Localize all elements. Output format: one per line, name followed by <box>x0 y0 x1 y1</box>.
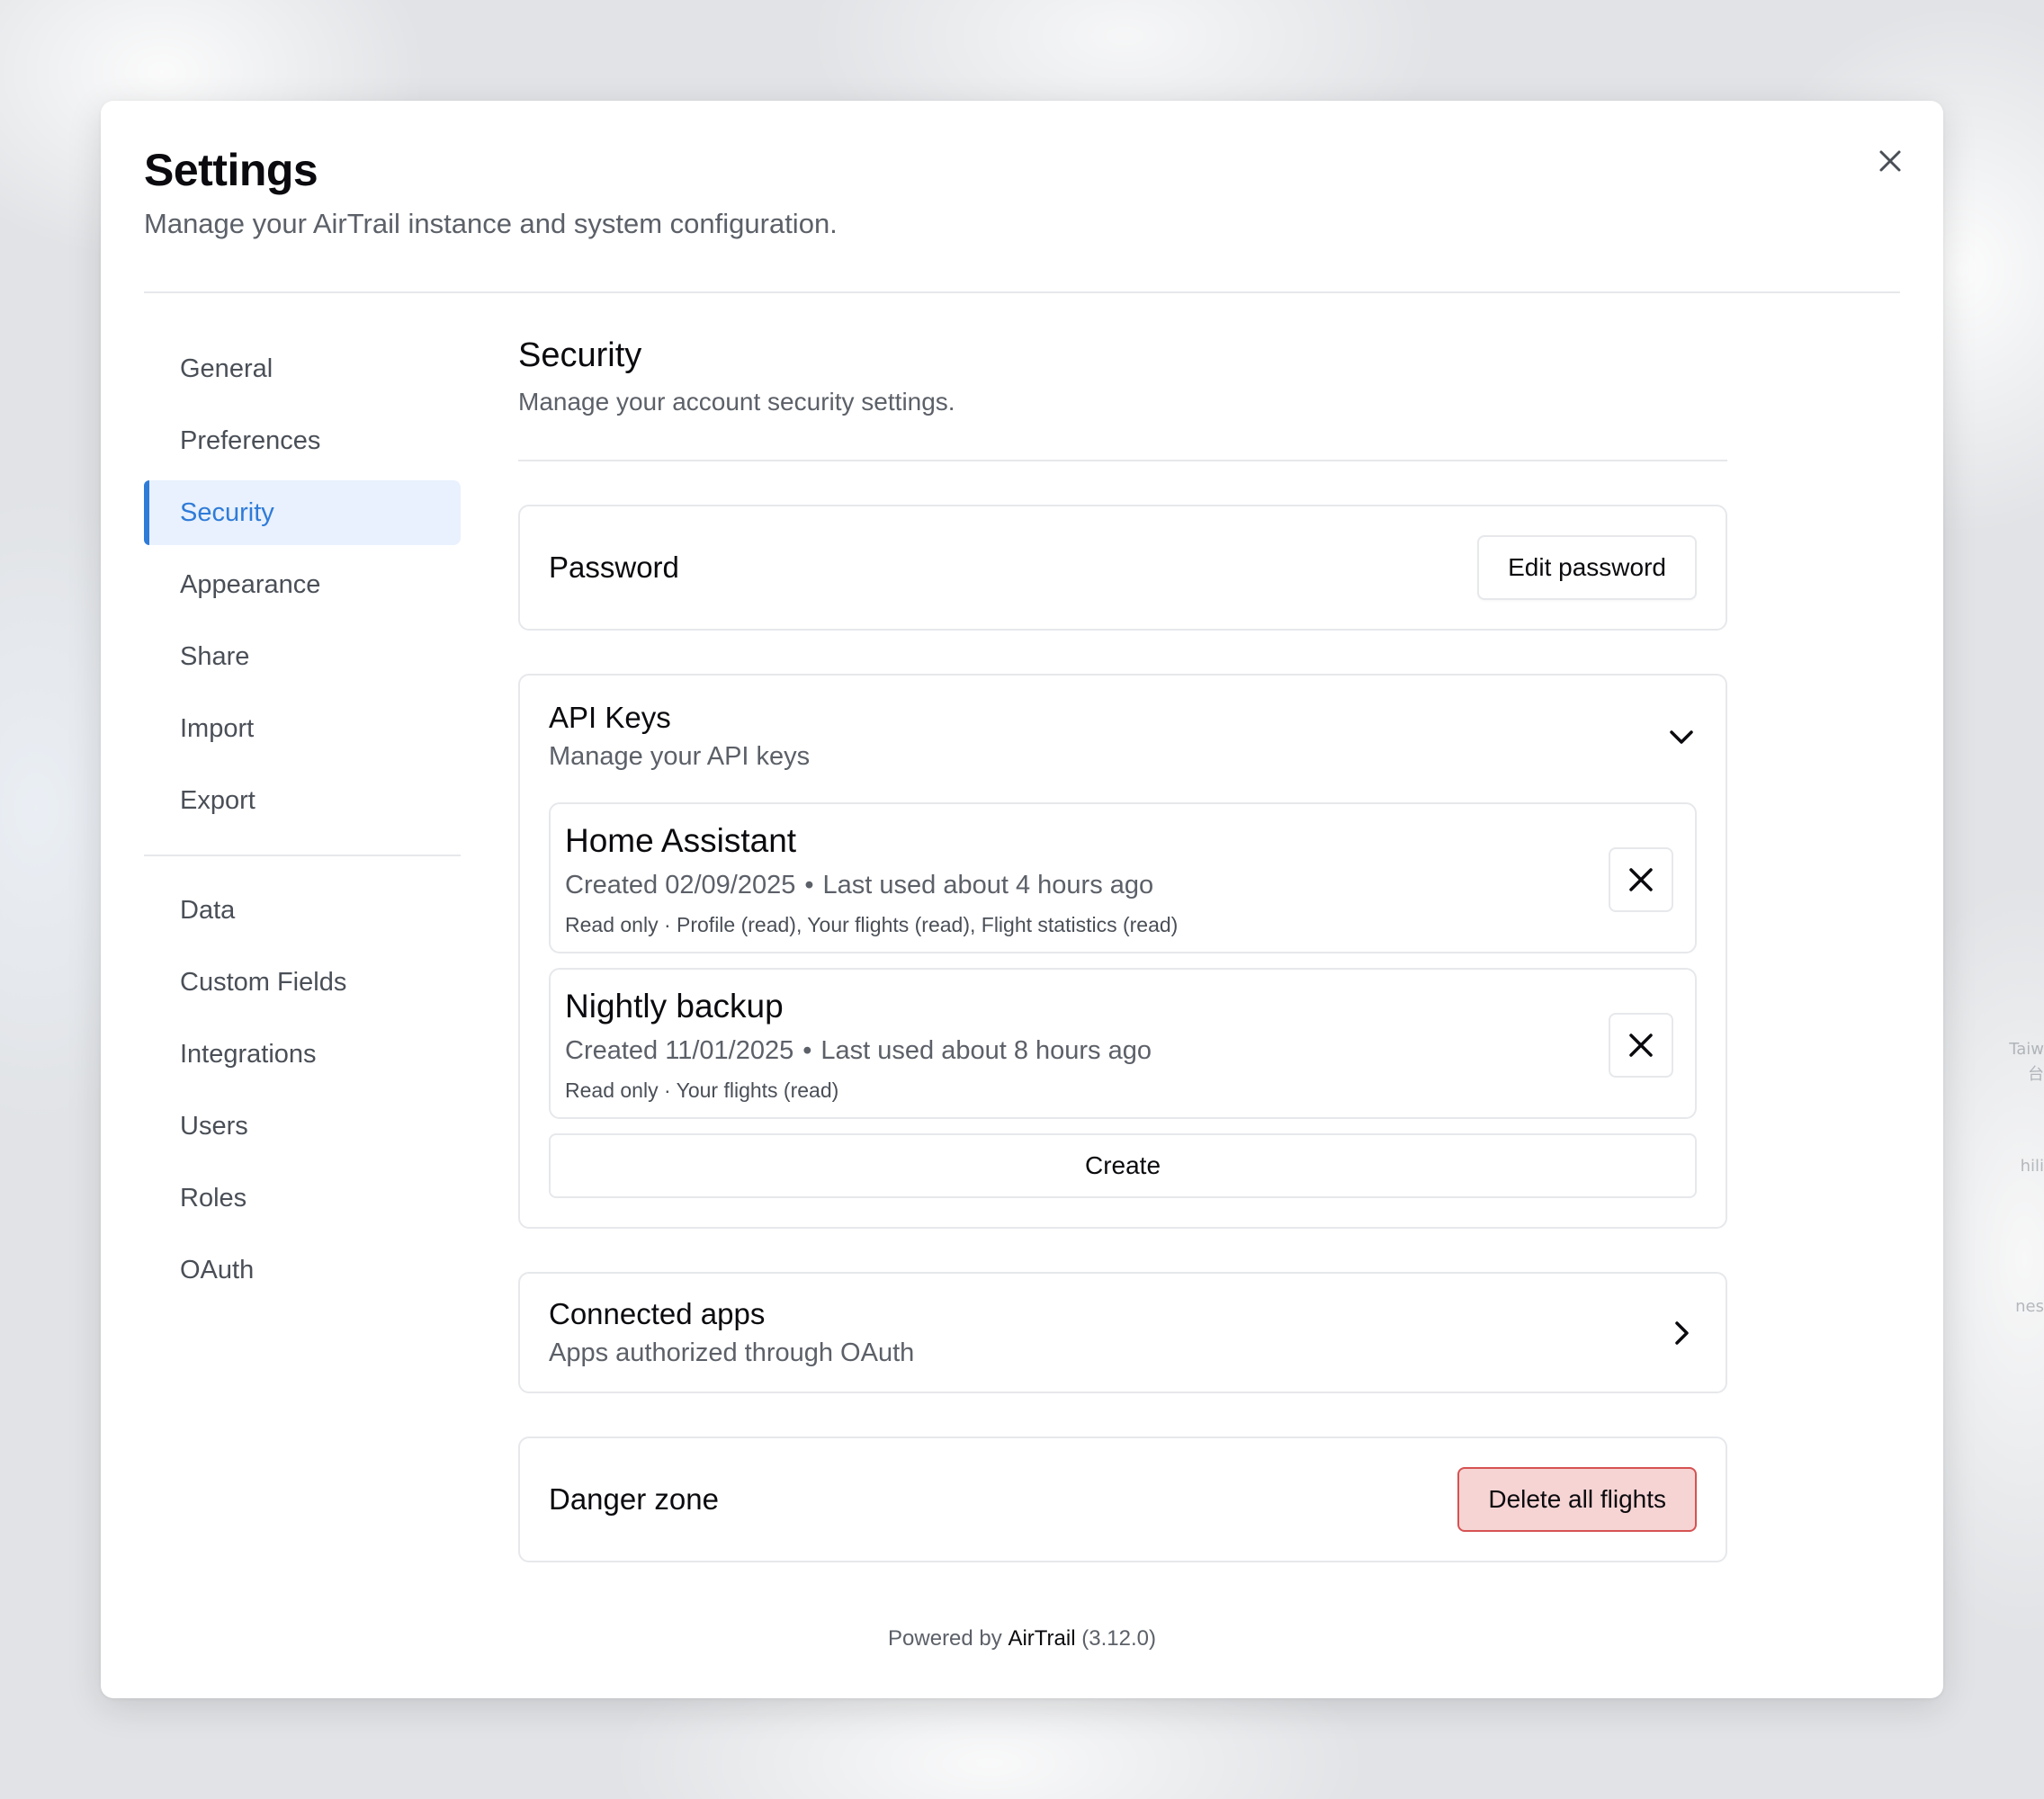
sidebar-item-roles[interactable]: Roles <box>144 1166 461 1231</box>
sidebar-item-preferences[interactable]: Preferences <box>144 408 461 473</box>
sidebar-item-general[interactable]: General <box>144 336 461 401</box>
dialog-header: Settings Manage your AirTrail instance a… <box>144 146 838 240</box>
sidebar-item-share[interactable]: Share <box>144 624 461 689</box>
settings-dialog: Settings Manage your AirTrail instance a… <box>101 101 1943 1698</box>
api-keys-card: API Keys Manage your API keys Home Assis… <box>518 674 1727 1229</box>
close-icon <box>1879 150 1901 172</box>
sidebar-item-import[interactable]: Import <box>144 696 461 761</box>
section-title: Security <box>518 336 642 374</box>
api-key-created: Created 11/01/2025 <box>565 1036 794 1065</box>
chevron-right-icon <box>1675 1320 1689 1345</box>
delete-api-key-button[interactable] <box>1609 847 1673 912</box>
api-key-scope: Read only · Profile (read), Your flights… <box>565 913 1179 936</box>
map-label: Taiw <box>2009 1040 2044 1059</box>
sidebar-item-oauth[interactable]: OAuth <box>144 1238 461 1302</box>
settings-sidebar: General Preferences Security Appearance … <box>144 336 461 1310</box>
sidebar-item-custom-fields[interactable]: Custom Fields <box>144 950 461 1015</box>
sidebar-item-security[interactable]: Security <box>144 480 461 545</box>
footer-brand: AirTrail <box>1008 1626 1076 1651</box>
map-label: nes <box>2015 1297 2044 1316</box>
api-keys-header[interactable]: API Keys Manage your API keys <box>549 701 1697 772</box>
meta-separator: • <box>804 871 814 900</box>
api-key-meta: Created 11/01/2025 • Last used about 8 hou… <box>565 1036 1681 1066</box>
sidebar-item-data[interactable]: Data <box>144 878 461 943</box>
api-key-scope: Read only · Your flights (read) <box>565 1079 839 1102</box>
sidebar-item-users[interactable]: Users <box>144 1094 461 1159</box>
sidebar-divider <box>144 855 461 856</box>
password-label: Password <box>549 550 679 584</box>
footer: Powered by AirTrail (3.12.0) <box>101 1626 1943 1651</box>
danger-zone-card: Danger zone Delete all flights <box>518 1437 1727 1562</box>
delete-all-flights-button[interactable]: Delete all flights <box>1457 1467 1697 1532</box>
sidebar-item-appearance[interactable]: Appearance <box>144 552 461 617</box>
api-key-name: Nightly backup <box>565 988 784 1025</box>
connected-apps-title: Connected apps <box>549 1297 766 1330</box>
meta-separator: • <box>802 1036 812 1065</box>
edit-password-button[interactable]: Edit password <box>1477 535 1697 600</box>
security-panel: Security Manage your account security se… <box>518 336 1727 1562</box>
dialog-title: Settings <box>144 145 318 195</box>
section-divider <box>518 460 1727 461</box>
api-key-item: Home Assistant Created 02/09/2025 • Last u… <box>549 802 1697 953</box>
close-button[interactable] <box>1869 140 1911 182</box>
section-subtitle: Manage your account security settings. <box>518 388 955 416</box>
api-key-name: Home Assistant <box>565 822 797 859</box>
api-keys-subtitle: Manage your API keys <box>549 742 811 771</box>
close-icon <box>1629 1034 1653 1057</box>
api-key-last-used: Last used about 4 hours ago <box>822 871 1154 900</box>
map-label: hili <box>2020 1157 2044 1176</box>
danger-zone-label: Danger zone <box>549 1482 719 1516</box>
chevron-down-icon <box>1670 729 1693 744</box>
api-keys-title: API Keys <box>549 701 671 734</box>
map-label: 台 <box>2028 1065 2044 1084</box>
connected-apps-card[interactable]: Connected apps Apps authorized through O… <box>518 1272 1727 1393</box>
close-icon <box>1629 868 1653 891</box>
password-card: Password Edit password <box>518 505 1727 631</box>
delete-api-key-button[interactable] <box>1609 1013 1673 1078</box>
sidebar-item-export[interactable]: Export <box>144 768 461 833</box>
sidebar-item-integrations[interactable]: Integrations <box>144 1022 461 1087</box>
footer-prefix: Powered by <box>888 1626 1002 1651</box>
connected-apps-subtitle: Apps authorized through OAuth <box>549 1338 915 1367</box>
header-divider <box>144 291 1900 293</box>
dialog-subtitle: Manage your AirTrail instance and system… <box>144 208 838 239</box>
api-key-meta: Created 02/09/2025 • Last used about 4 hou… <box>565 871 1681 900</box>
create-api-key-button[interactable]: Create <box>549 1133 1697 1198</box>
api-key-last-used: Last used about 8 hours ago <box>820 1036 1152 1065</box>
footer-version: (3.12.0) <box>1081 1626 1156 1651</box>
api-key-created: Created 02/09/2025 <box>565 871 796 900</box>
api-key-item: Nightly backup Created 11/01/2025 • Last u… <box>549 968 1697 1119</box>
